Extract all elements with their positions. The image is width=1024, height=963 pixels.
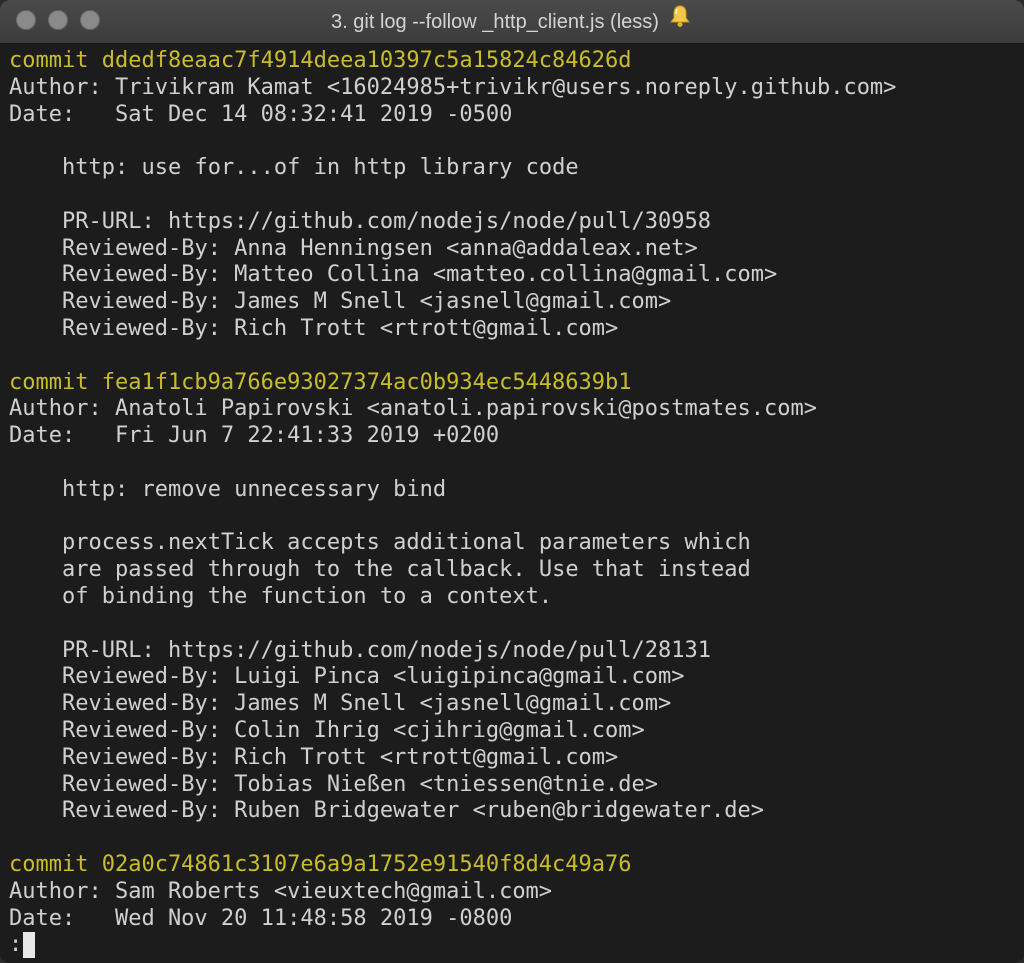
reviewed-by-line: Reviewed-By: Ruben Bridgewater <ruben@br… [62,798,764,824]
pr-url-line: PR-URL: https://github.com/nodejs/node/p… [62,208,712,234]
commit-subject: http: use for...of in http library code [62,155,579,181]
commit-body-line: process.nextTick accepts additional para… [62,530,751,556]
date-line: Date: Sat Dec 14 08:32:41 2019 -0500 [9,101,513,127]
terminal-output[interactable]: commit ddedf8eaac7f4914deea10397c5a15824… [9,48,1020,959]
reviewed-by-line: Reviewed-By: Matteo Collina <matteo.coll… [62,262,778,288]
reviewed-by-line: Reviewed-By: Rich Trott <rtrott@gmail.co… [62,315,619,341]
commit-hash-line: commit fea1f1cb9a766e93027374ac0b934ec54… [9,369,632,395]
date-line: Date: Fri Jun 7 22:41:33 2019 +0200 [9,423,500,449]
terminal-window: 3. git log --follow _http_client.js (les… [0,0,1024,963]
commit-hash-line: commit 02a0c74861c3107e6a9a1752e91540f8d… [9,851,632,877]
reviewed-by-line: Reviewed-By: Luigi Pinca <luigipinca@gma… [62,664,685,690]
reviewed-by-line: Reviewed-By: Tobias Nießen <tniessen@tni… [62,771,659,797]
text-cursor [23,932,36,959]
reviewed-by-line: Reviewed-By: Colin Ihrig <cjihrig@gmail.… [62,717,645,743]
commit-hash-line: commit ddedf8eaac7f4914deea10397c5a15824… [9,48,632,73]
title-bar: 3. git log --follow _http_client.js (les… [0,0,1024,44]
reviewed-by-line: Reviewed-By: James M Snell <jasnell@gmai… [62,289,672,315]
less-prompt[interactable]: : [9,932,1020,959]
author-line: Author: Sam Roberts <vieuxtech@gmail.com… [9,878,553,904]
prompt-text: : [9,932,23,958]
commit-subject: http: remove unnecessary bind [62,476,447,502]
window-title: 3. git log --follow _http_client.js (les… [0,0,1024,44]
author-line: Author: Trivikram Kamat <16024985+trivik… [9,74,897,100]
author-line: Author: Anatoli Papirovski <anatoli.papi… [9,396,817,422]
bell-icon [667,1,693,45]
date-line: Date: Wed Nov 20 11:48:58 2019 -0800 [9,905,513,931]
commit-body-line: of binding the function to a context. [62,583,553,609]
pr-url-line: PR-URL: https://github.com/nodejs/node/p… [62,637,712,663]
commit-body-line: are passed through to the callback. Use … [62,557,751,583]
reviewed-by-line: Reviewed-By: Anna Henningsen <anna@addal… [62,235,698,261]
reviewed-by-line: Reviewed-By: Rich Trott <rtrott@gmail.co… [62,744,619,770]
reviewed-by-line: Reviewed-By: James M Snell <jasnell@gmai… [62,691,672,717]
window-title-text: 3. git log --follow _http_client.js (les… [331,11,659,33]
